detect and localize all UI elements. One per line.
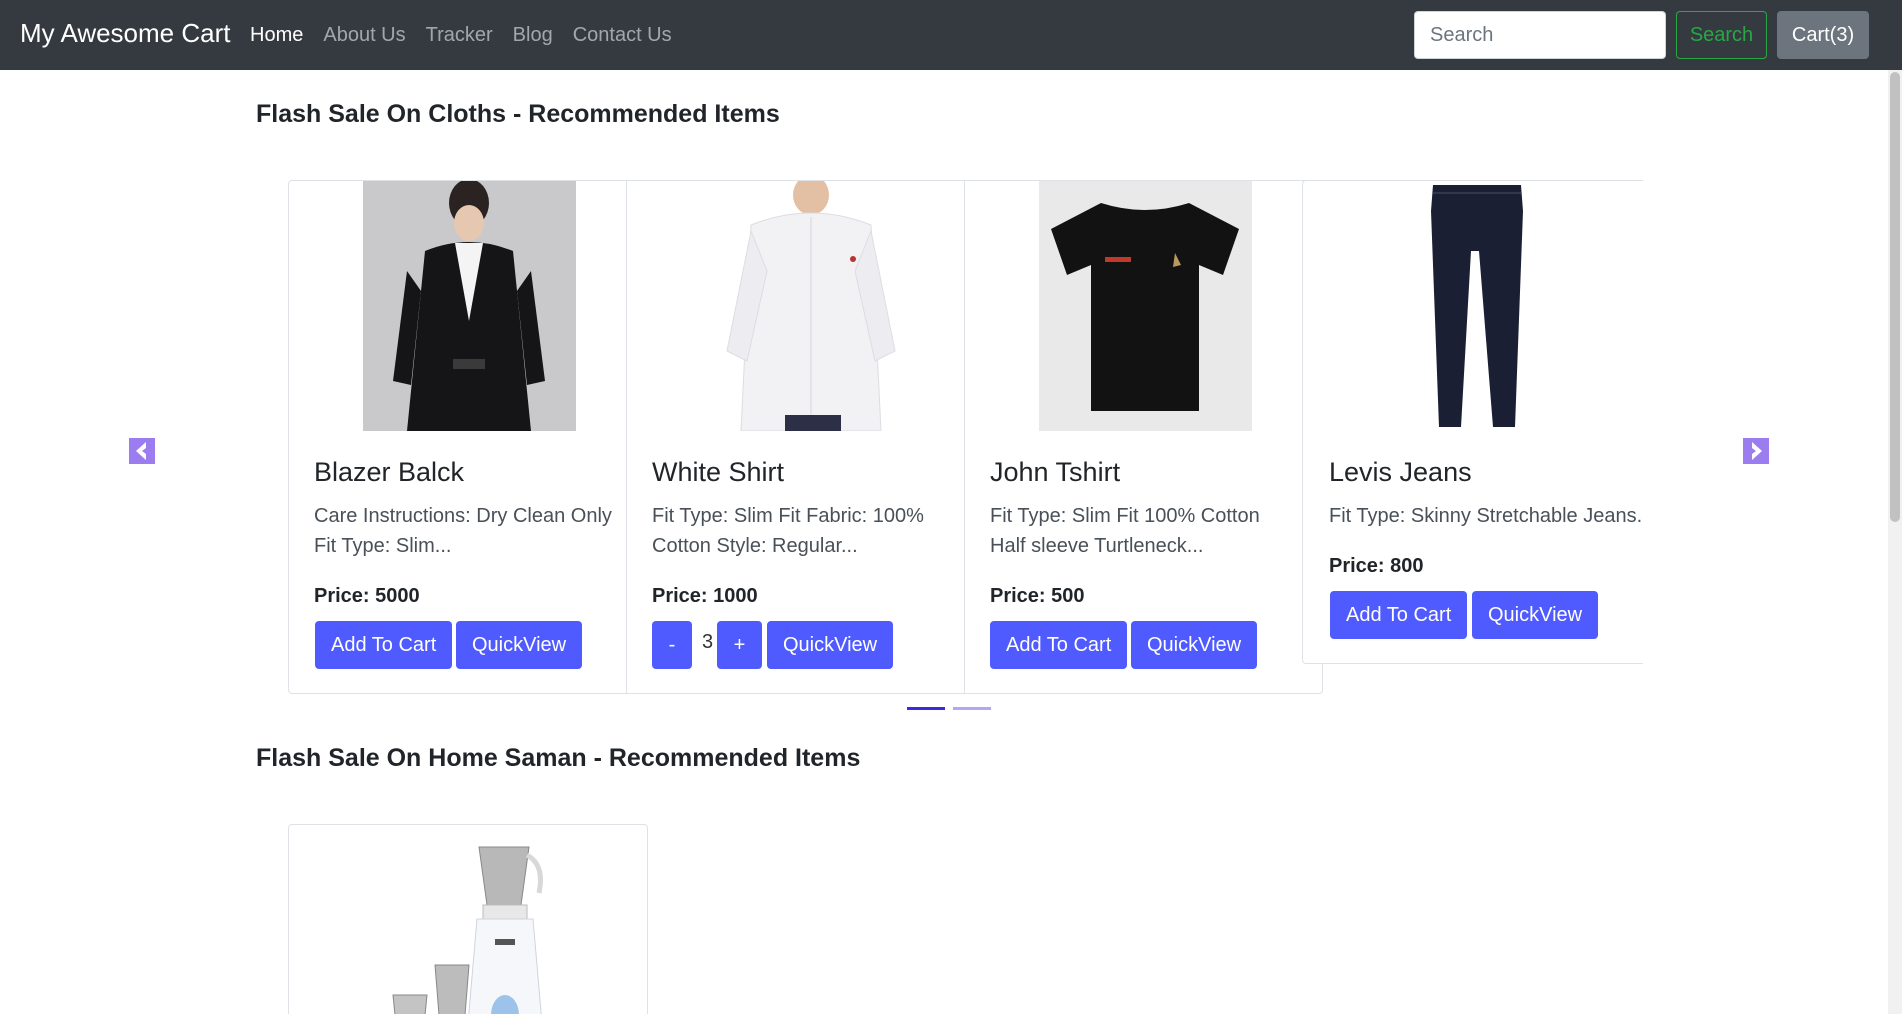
product-card — [288, 824, 648, 1014]
product-description: Fit Type: Slim Fit Fabric: 100% Cotton S… — [652, 505, 924, 557]
product-title: White Shirt — [652, 457, 785, 487]
quickview-button[interactable]: QuickView — [767, 621, 894, 669]
search-input[interactable] — [1414, 11, 1666, 59]
product-image-tshirt — [1039, 181, 1252, 431]
brand-logo[interactable]: My Awesome Cart — [20, 18, 230, 49]
page-scrollbar-thumb[interactable] — [1890, 72, 1900, 522]
carousel-indicators — [907, 707, 991, 710]
carousel-prev-button[interactable] — [129, 438, 155, 464]
carousel-next-button[interactable] — [1743, 438, 1769, 464]
carousel-indicator-2[interactable] — [953, 707, 991, 710]
nav-link-blog[interactable]: Blog — [513, 24, 553, 47]
nav-links: Home About Us Tracker Blog Contact Us — [250, 24, 672, 47]
product-description: Fit Type: Skinny Stretchable Jeans... — [1329, 505, 1643, 527]
product-title: Levis Jeans — [1329, 457, 1472, 487]
cart-button[interactable]: Cart(3) — [1777, 11, 1869, 59]
product-image-jeans — [1371, 181, 1584, 431]
product-image-white-shirt — [701, 181, 914, 431]
product-price: Price: 800 — [1329, 555, 1424, 577]
product-description: Fit Type: Slim Fit 100% Cotton Half slee… — [990, 505, 1260, 557]
section-title-home-saman: Flash Sale On Home Saman - Recommended I… — [256, 744, 861, 772]
product-title: Blazer Balck — [314, 457, 465, 487]
product-card: Levis Jeans Fit Type: Skinny Stretchable… — [1302, 180, 1643, 664]
nav-link-contact[interactable]: Contact Us — [573, 24, 672, 47]
quickview-button[interactable]: QuickView — [456, 621, 583, 669]
add-to-cart-button[interactable]: Add To Cart — [1330, 591, 1468, 639]
add-to-cart-button[interactable]: Add To Cart — [315, 621, 453, 669]
quickview-button[interactable]: QuickView — [1472, 591, 1599, 639]
product-image-mixer-grinder — [392, 846, 543, 1014]
add-to-cart-button[interactable]: Add To Cart — [990, 621, 1128, 669]
section-title-cloths: Flash Sale On Cloths - Recommended Items — [256, 100, 780, 128]
nav-link-about[interactable]: About Us — [323, 24, 405, 47]
increase-quantity-button[interactable]: + — [717, 621, 762, 669]
carousel-indicator-1[interactable] — [907, 707, 945, 710]
product-description: Care Instructions: Dry Clean Only Fit Ty… — [314, 505, 612, 557]
product-card: Blazer Balck Care Instructions: Dry Clea… — [289, 181, 627, 693]
chevron-left-icon — [129, 438, 155, 464]
chevron-right-icon — [1743, 438, 1769, 464]
product-price: Price: 1000 — [652, 585, 758, 607]
decrease-quantity-button[interactable]: - — [652, 621, 692, 669]
product-card-group: Blazer Balck Care Instructions: Dry Clea… — [288, 180, 1323, 694]
product-card: White Shirt Fit Type: Slim Fit Fabric: 1… — [627, 181, 965, 693]
product-price: Price: 5000 — [314, 585, 420, 607]
product-title: John Tshirt — [990, 457, 1121, 487]
product-image-blazer — [363, 181, 576, 431]
quickview-button[interactable]: QuickView — [1131, 621, 1258, 669]
search-button[interactable]: Search — [1676, 11, 1767, 59]
nav-link-home[interactable]: Home — [250, 24, 303, 47]
product-price: Price: 500 — [990, 585, 1085, 607]
product-card: John Tshirt Fit Type: Slim Fit 100% Cott… — [965, 181, 1303, 693]
navbar: My Awesome Cart Home About Us Tracker Bl… — [0, 0, 1902, 70]
quantity-value: 3 — [702, 631, 714, 653]
nav-link-tracker[interactable]: Tracker — [426, 24, 493, 47]
